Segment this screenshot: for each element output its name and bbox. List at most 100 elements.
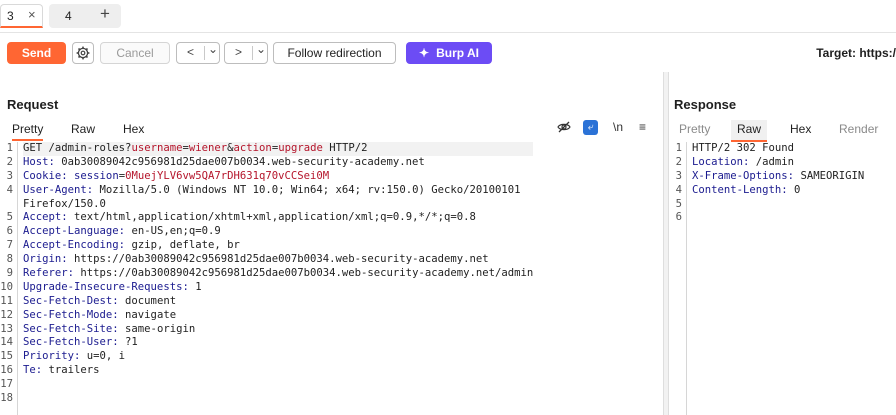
param-token: wiener [188, 142, 228, 154]
settings-gear-icon[interactable] [72, 42, 94, 64]
code-text: https://0ab30089042c956981d25dae007b0034… [74, 267, 534, 280]
code-line[interactable]: Content-Length: 0 [692, 184, 864, 198]
tab-raw[interactable]: Raw [71, 122, 95, 136]
request-editor[interactable]: 1 2 3 4 5 6 7 8 9 10 11 12 13 14 15 16 17 18 GET /admin-r… [0, 142, 660, 415]
code-line[interactable]: X-Frame-Options: SAMEORIGIN [692, 170, 864, 184]
header-name: Host: [23, 155, 55, 168]
code-text: HTTP/2 [322, 142, 368, 154]
tab-strip: 3 × 4 + [0, 0, 896, 32]
word-wrap-icon[interactable]: ⤶ [583, 120, 598, 135]
burp-ai-button[interactable]: ✦ Burp AI [406, 42, 492, 64]
header-name: Sec-Fetch-Dest: [23, 294, 119, 307]
follow-redirection-button[interactable]: Follow redirection [273, 42, 396, 64]
response-title: Response [674, 97, 737, 112]
sparkle-icon: ✦ [419, 46, 430, 60]
code-text: same-origin [118, 322, 196, 335]
line-number: 5 [6, 211, 13, 224]
param-token: upgrade [278, 142, 323, 154]
line-number: 17 [0, 378, 13, 391]
code-line[interactable]: Referer: https://0ab30089042c956981d25da… [23, 267, 533, 281]
response-lines[interactable]: HTTP/2 302 Found Location: /admin X-Frame-… [692, 142, 864, 225]
code-line[interactable] [692, 198, 864, 212]
tab-pretty[interactable]: Pretty [12, 122, 44, 141]
newline-toggle-icon[interactable]: \n [613, 120, 623, 134]
code-line[interactable] [692, 211, 864, 225]
code-line[interactable]: Upgrade-Insecure-Requests: 1 [23, 281, 533, 295]
tab-raw[interactable]: Raw [731, 120, 768, 142]
code-line[interactable]: Te: trailers [23, 364, 533, 378]
code-line[interactable]: Firefox/150.0 [23, 198, 533, 212]
back-button-group: < ⌄ [176, 42, 220, 64]
code-text: navigate [118, 308, 177, 321]
line-number: 1 [675, 142, 682, 154]
code-text: Mozilla/5.0 (Windows NT 10.0; Win64; x64… [93, 183, 521, 196]
code-text: SAMEORIGIN [794, 169, 865, 182]
code-line[interactable]: Cookie: session=0MuejYLV6vw5QA7rDH631q70… [23, 170, 533, 184]
code-line[interactable]: Location: /admin [692, 156, 864, 170]
header-name: Origin: [23, 253, 68, 266]
line-number: 3 [675, 169, 682, 182]
line-number: 5 [675, 197, 682, 210]
line-number: 16 [0, 364, 13, 377]
line-number: 2 [675, 155, 682, 168]
line-number: 4 [6, 183, 13, 196]
code-text: document [118, 294, 177, 307]
code-line[interactable]: Sec-Fetch-User: ?1 [23, 336, 533, 350]
line-number: 10 [0, 280, 13, 293]
send-button[interactable]: Send [7, 42, 66, 64]
code-line[interactable]: Sec-Fetch-Dest: document [23, 295, 533, 309]
header-name: Priority: [23, 350, 81, 363]
code-line[interactable]: Sec-Fetch-Mode: navigate [23, 309, 533, 323]
tab-hex[interactable]: Hex [790, 122, 811, 136]
menu-icon[interactable]: ≡ [639, 120, 646, 134]
line-number: 11 [0, 294, 13, 307]
hide-nonprintable-icon[interactable] [557, 120, 571, 137]
code-line[interactable] [23, 378, 533, 392]
code-line[interactable] [23, 392, 533, 406]
line-number: 7 [6, 239, 13, 252]
tab-pretty[interactable]: Pretty [679, 122, 710, 136]
forward-history-chevron-icon[interactable]: ⌄ [256, 42, 266, 56]
code-line[interactable]: Host: 0ab30089042c956981d25dae007b0034.w… [23, 156, 533, 170]
add-tab-icon[interactable]: + [100, 5, 110, 23]
tab-render[interactable]: Render [839, 122, 878, 136]
tab-4[interactable]: 4 [49, 4, 121, 28]
burp-ai-label: Burp AI [436, 46, 479, 60]
code-line[interactable]: GET /admin-roles?username=wiener&action=… [23, 142, 534, 156]
code-line[interactable]: Accept: text/html,application/xhtml+xml,… [23, 211, 533, 225]
code-line[interactable]: Priority: u=0, i [23, 350, 533, 364]
header-name: Sec-Fetch-Mode: [23, 308, 119, 321]
code-text: trailers [42, 364, 100, 377]
back-arrow-icon[interactable]: < [187, 45, 194, 59]
header-name: User-Agent: [23, 183, 94, 196]
request-lines[interactable]: GET /admin-roles?username=wiener&action=… [23, 142, 534, 406]
code-line[interactable]: Accept-Language: en-US,en;q=0.9 [23, 225, 533, 239]
code-line[interactable]: Sec-Fetch-Site: same-origin [23, 323, 533, 337]
code-line[interactable]: Origin: https://0ab30089042c956981d25dae… [23, 253, 533, 267]
target-label: Target: https:/ [816, 46, 896, 60]
tab-3[interactable]: 3 × [0, 4, 43, 28]
line-number: 6 [675, 211, 682, 224]
cancel-button[interactable]: Cancel [100, 42, 170, 64]
line-numbers: 1 2 3 4 5 6 7 8 9 10 11 12 13 14 15 16 17 18 [0, 142, 18, 415]
code-text: /admin [749, 155, 795, 168]
close-icon[interactable]: × [28, 7, 36, 22]
header-name: Location: [692, 155, 750, 168]
param-token: action [233, 142, 272, 154]
code-text: 0 [787, 183, 801, 196]
code-line[interactable]: Accept-Encoding: gzip, deflate, br [23, 239, 533, 253]
gear-icon [76, 46, 90, 60]
code-line[interactable]: User-Agent: Mozilla/5.0 (Windows NT 10.0… [23, 184, 533, 198]
response-editor[interactable]: 123456 HTTP/2 302 Found Location: /admin X… [669, 142, 896, 415]
param-token: username [131, 142, 183, 154]
header-name: Referer: [23, 267, 75, 280]
code-text: Firefox/150.0 [23, 197, 106, 210]
code-text: 0ab30089042c956981d25dae007b0034.web-sec… [54, 155, 425, 168]
code-line[interactable]: HTTP/2 302 Found [692, 142, 864, 156]
header-name: Accept-Language: [23, 225, 126, 238]
back-history-chevron-icon[interactable]: ⌄ [208, 42, 218, 56]
code-text: https://0ab30089042c956981d25dae007b0034… [67, 253, 489, 266]
tab-hex[interactable]: Hex [123, 122, 144, 136]
code-text: text/html,application/xhtml+xml,applicat… [67, 211, 476, 224]
forward-arrow-icon[interactable]: > [235, 45, 242, 59]
